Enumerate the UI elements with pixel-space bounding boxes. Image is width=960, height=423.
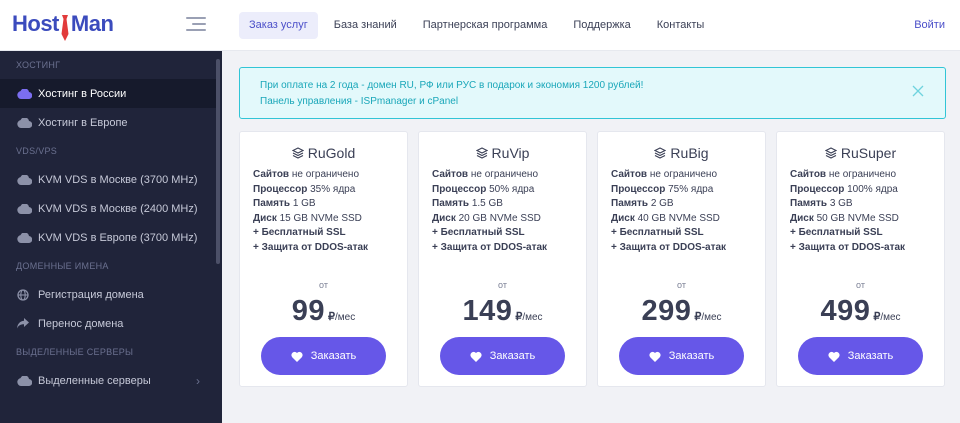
sidebar-item-vds-europe-3700[interactable]: KVM VDS в Европе (3700 MHz) [0,223,222,252]
layers-icon [475,147,488,159]
notice-line-2: Панель управления - ISPmanager и cPanel [260,96,459,107]
nav-knowledge-base[interactable]: База знаний [324,12,407,39]
heart-icon [291,351,303,362]
order-button[interactable]: Заказать [619,337,744,375]
plan-card-rugold: RuGold Сайтов не ограничено Процессор 35… [239,131,408,387]
plan-name: RuSuper [840,145,897,161]
heart-icon [470,351,482,362]
plan-name: RuGold [307,145,356,161]
plan-card-rubig: RuBig Сайтов не ограничено Процессор 75%… [597,131,766,387]
plan-price: 99 ₽/мес [291,295,356,327]
cloud-icon [17,203,33,215]
sidebar-item-domain-registration[interactable]: Регистрация домена [0,280,222,309]
login-link[interactable]: Войти [914,19,945,31]
sidebar-item-hosting-russia[interactable]: Хостинг в России [0,79,216,108]
promo-notice: При оплате на 2 года - домен RU, РФ или … [239,67,946,119]
main-nav: Заказ услуг База знаний Партнерская прог… [239,12,720,39]
plan-features: Сайтов не ограничено Процессор 50% ядра … [432,169,548,253]
layers-icon [291,147,304,159]
order-button[interactable]: Заказать [798,337,923,375]
plan-name: RuVip [491,145,530,161]
chevron-right-icon: › [196,373,200,388]
sidebar-section-hosting: Хостинг [16,60,61,70]
close-icon[interactable] [912,84,926,98]
notice-line-1: При оплате на 2 года - домен RU, РФ или … [260,80,644,91]
price-from-label: от [856,280,865,290]
share-arrow-icon [17,318,33,330]
sidebar-item-vds-moscow-2400[interactable]: KVM VDS в Москве (2400 MHz) [0,194,222,223]
heart-icon [828,351,840,362]
price-from-label: от [498,280,507,290]
plan-card-ruvip: RuVip Сайтов не ограничено Процессор 50%… [418,131,587,387]
sidebar-item-hosting-europe[interactable]: Хостинг в Европе [0,108,222,137]
sidebar-section-dedicated: Выделенные серверы [16,347,134,357]
cloud-icon [17,375,33,387]
nav-contacts[interactable]: Контакты [647,12,715,39]
layers-icon [824,147,837,159]
plan-price: 149 ₽/мес [462,295,543,327]
cloud-icon [17,88,33,100]
nav-support[interactable]: Поддержка [563,12,640,39]
layers-icon [654,147,667,159]
plan-features: Сайтов не ограничено Процессор 35% ядра … [253,169,369,253]
cloud-icon [17,117,33,129]
plan-name: RuBig [670,145,709,161]
plan-features: Сайтов не ограничено Процессор 100% ядра… [790,169,906,253]
nav-order-services[interactable]: Заказ услуг [239,12,318,39]
plan-price: 299 ₽/мес [641,295,722,327]
order-button[interactable]: Заказать [261,337,386,375]
hostman-logo[interactable]: Host Man [12,4,114,44]
sidebar-section-vds: VDS/VPS [16,146,58,156]
plan-features: Сайтов не ограничено Процессор 75% ядра … [611,169,727,253]
heart-icon [649,351,661,362]
tie-icon [61,15,69,41]
price-from-label: от [677,280,686,290]
sidebar: Хостинг Хостинг в России Хостинг в Европ… [0,51,222,423]
menu-toggle-icon[interactable] [186,17,206,33]
order-button[interactable]: Заказать [440,337,565,375]
price-from-label: от [319,280,328,290]
top-header: Host Man Заказ услуг База знаний Партнер… [0,0,960,51]
plan-price: 499 ₽/мес [820,295,901,327]
sidebar-item-dedicated-servers[interactable]: Выделенные серверы › [0,366,222,395]
sidebar-item-domain-transfer[interactable]: Перенос домена [0,309,222,338]
sidebar-section-domains: Доменные имена [16,261,109,271]
nav-partner-program[interactable]: Партнерская программа [413,12,558,39]
sidebar-item-vds-moscow-3700[interactable]: KVM VDS в Москве (3700 MHz) [0,165,222,194]
cloud-icon [17,232,33,244]
plan-card-rusuper: RuSuper Сайтов не ограничено Процессор 1… [776,131,945,387]
globe-icon [17,288,33,301]
cloud-icon [17,174,33,186]
